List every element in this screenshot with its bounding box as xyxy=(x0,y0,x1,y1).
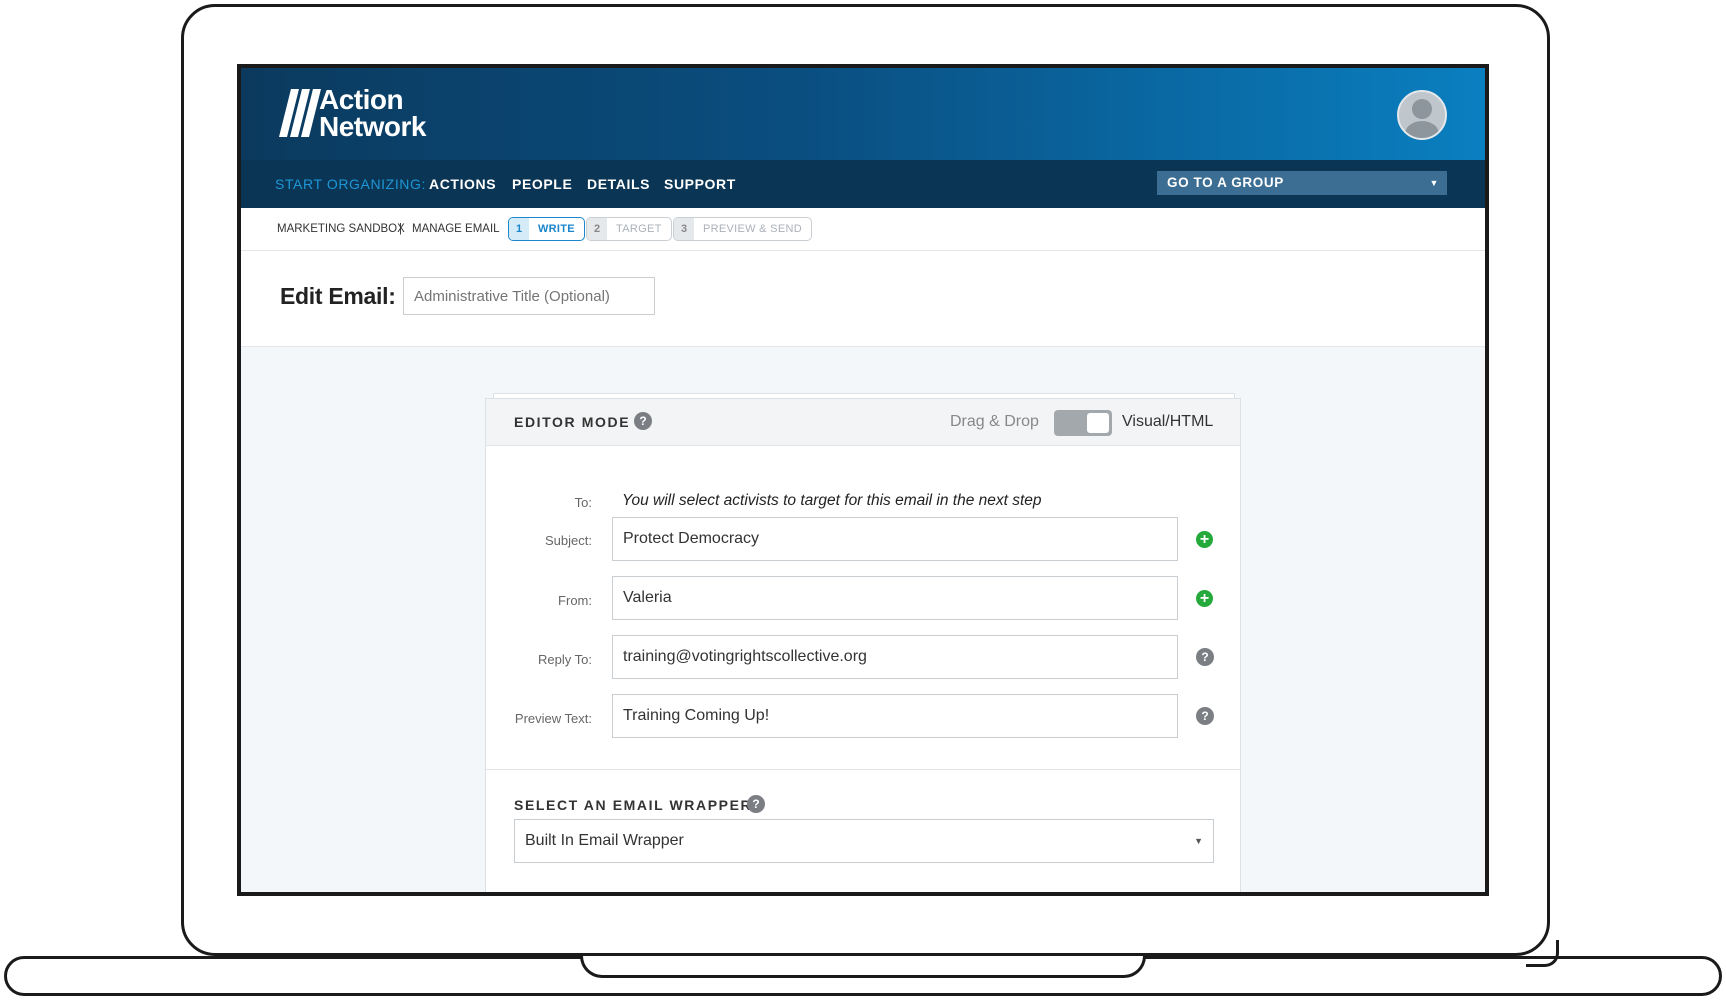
breadcrumb-separator: | xyxy=(399,223,402,235)
caret-down-icon: ▼ xyxy=(1194,836,1203,846)
step-write[interactable]: 1 WRITE xyxy=(508,217,585,241)
nav-item-details[interactable]: DETAILS xyxy=(587,160,650,208)
laptop-hinge xyxy=(1526,940,1559,967)
subject-input[interactable] xyxy=(612,517,1178,561)
nav-item-people[interactable]: PEOPLE xyxy=(512,160,572,208)
screen: Action Network START ORGANIZING: ACTIONS… xyxy=(237,64,1489,896)
add-subject-plus-icon[interactable]: + xyxy=(1196,531,1213,548)
breadcrumb-manage-email[interactable]: MANAGE EMAIL xyxy=(412,208,500,250)
logo-text-line1: Action xyxy=(319,84,404,115)
email-wrapper-selected: Built In Email Wrapper xyxy=(525,832,684,849)
drag-drop-label[interactable]: Drag & Drop xyxy=(950,413,1039,431)
step-preview-label: PREVIEW & SEND xyxy=(703,223,802,235)
email-editor-card: EDITOR MODE ? Drag & Drop Visual/HTML To… xyxy=(485,398,1241,892)
to-description: You will select activists to target for … xyxy=(622,492,1042,509)
reply-to-label: Reply To: xyxy=(538,652,592,667)
reply-to-input[interactable] xyxy=(612,635,1178,679)
logo-text-line2: Network xyxy=(319,111,426,142)
email-wrapper-select[interactable]: Built In Email Wrapper ▼ xyxy=(514,819,1214,863)
preview-text-input[interactable] xyxy=(612,694,1178,738)
email-wrapper-title: SELECT AN EMAIL WRAPPER xyxy=(514,797,753,813)
step-target[interactable]: 2 TARGET xyxy=(586,217,672,241)
preview-text-help-icon[interactable]: ? xyxy=(1196,707,1214,725)
laptop-notch xyxy=(580,956,1146,978)
app-header: Action Network xyxy=(241,68,1485,160)
main-nav: START ORGANIZING: ACTIONS PEOPLE DETAILS… xyxy=(241,160,1485,208)
logo-text: Action Network xyxy=(319,84,426,142)
editor-mode-title: EDITOR MODE xyxy=(514,414,631,430)
subject-label: Subject: xyxy=(545,533,592,548)
go-to-group-select[interactable]: GO TO A GROUP ▼ xyxy=(1157,171,1447,195)
step-target-label: TARGET xyxy=(616,223,662,235)
reply-to-help-icon[interactable]: ? xyxy=(1196,648,1214,666)
go-to-group-label: GO TO A GROUP xyxy=(1167,175,1284,190)
step-target-number: 2 xyxy=(587,218,607,240)
section-divider xyxy=(486,769,1240,770)
step-write-label: WRITE xyxy=(538,223,575,235)
step-write-number: 1 xyxy=(509,218,529,240)
breadcrumb: MARKETING SANDBOX | MANAGE EMAIL 1 WRITE… xyxy=(241,208,1485,251)
visual-html-label[interactable]: Visual/HTML xyxy=(1122,413,1213,431)
administrative-title-input[interactable] xyxy=(403,277,655,315)
preview-text-label: Preview Text: xyxy=(514,711,592,726)
editor-mode-help-icon[interactable]: ? xyxy=(634,412,652,430)
action-network-logo[interactable]: Action Network xyxy=(279,84,426,142)
to-label: To: xyxy=(574,495,592,510)
breadcrumb-group[interactable]: MARKETING SANDBOX xyxy=(277,208,405,250)
caret-down-icon: ▼ xyxy=(1429,178,1439,188)
email-wrapper-help-icon[interactable]: ? xyxy=(747,795,765,813)
editor-mode-header: EDITOR MODE ? Drag & Drop Visual/HTML xyxy=(486,399,1240,446)
nav-start-organizing[interactable]: START ORGANIZING: xyxy=(275,160,426,208)
step-preview-send[interactable]: 3 PREVIEW & SEND xyxy=(673,217,812,241)
title-bar: Edit Email: xyxy=(241,251,1485,347)
page-title: Edit Email: xyxy=(280,283,396,309)
step-preview-number: 3 xyxy=(674,218,694,240)
editor-mode-toggle[interactable] xyxy=(1054,410,1112,436)
from-input[interactable] xyxy=(612,576,1178,620)
add-from-plus-icon[interactable]: + xyxy=(1196,590,1213,607)
user-avatar-icon[interactable] xyxy=(1397,90,1447,140)
nav-item-support[interactable]: SUPPORT xyxy=(664,160,736,208)
from-label: From: xyxy=(558,593,592,608)
logo-mark-icon xyxy=(279,87,321,139)
nav-item-actions[interactable]: ACTIONS xyxy=(429,160,496,208)
